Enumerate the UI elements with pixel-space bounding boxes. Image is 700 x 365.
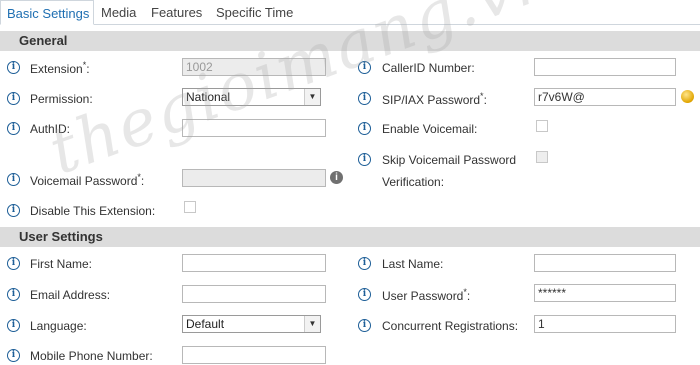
extension-label: Extension*:	[30, 60, 90, 76]
permission-select[interactable]: National ▼	[182, 88, 321, 106]
email-address-label: Email Address:	[30, 288, 111, 302]
info-icon[interactable]: i	[7, 288, 20, 301]
info-dark-icon[interactable]: i	[330, 171, 343, 184]
concurrent-registrations-field[interactable]: 1	[534, 315, 676, 333]
info-icon[interactable]: i	[7, 61, 20, 74]
info-icon[interactable]: i	[7, 319, 20, 332]
extension-field[interactable]: 1002	[182, 58, 326, 76]
disable-extension-checkbox[interactable]	[184, 201, 196, 213]
email-address-field[interactable]	[182, 285, 326, 303]
skip-voicemail-password-checkbox[interactable]	[536, 151, 548, 163]
user-password-field[interactable]: ******	[534, 284, 676, 302]
mobile-phone-field[interactable]	[182, 346, 326, 364]
tab-features[interactable]: Features	[151, 0, 202, 25]
info-icon[interactable]: i	[358, 288, 371, 301]
info-icon[interactable]: i	[358, 92, 371, 105]
info-icon[interactable]: i	[7, 349, 20, 362]
info-icon[interactable]: i	[358, 122, 371, 135]
info-icon[interactable]: i	[7, 92, 20, 105]
section-general: General	[0, 31, 700, 51]
tab-media[interactable]: Media	[101, 0, 136, 25]
first-name-field[interactable]	[182, 254, 326, 272]
skip-voicemail-password-label: Skip Voicemail Password	[382, 153, 517, 167]
info-icon[interactable]: i	[358, 61, 371, 74]
callerid-number-field[interactable]	[534, 58, 676, 76]
info-icon[interactable]: i	[358, 257, 371, 270]
language-label: Language:	[30, 319, 87, 333]
enable-voicemail-label: Enable Voicemail:	[382, 122, 478, 136]
user-password-label: User Password*:	[382, 287, 471, 303]
key-icon[interactable]	[681, 90, 694, 103]
info-icon[interactable]: i	[358, 319, 371, 332]
concurrent-registrations-label: Concurrent Registrations:	[382, 319, 519, 333]
chevron-down-icon: ▼	[304, 316, 320, 332]
language-select[interactable]: Default ▼	[182, 315, 321, 333]
chevron-down-icon: ▼	[304, 89, 320, 105]
permission-value: National	[186, 90, 231, 104]
section-user-settings: User Settings	[0, 227, 700, 247]
sip-iax-password-label: SIP/IAX Password*:	[382, 91, 487, 107]
authid-label: AuthID:	[30, 122, 71, 136]
last-name-field[interactable]	[534, 254, 676, 272]
permission-label: Permission:	[30, 92, 93, 106]
enable-voicemail-checkbox[interactable]	[536, 120, 548, 132]
sip-iax-password-field[interactable]: r7v6W@	[534, 88, 676, 106]
mobile-phone-label: Mobile Phone Number:	[30, 349, 153, 363]
info-icon[interactable]: i	[7, 122, 20, 135]
first-name-label: First Name:	[30, 257, 93, 271]
tab-bar: Basic Settings Media Features Specific T…	[0, 0, 700, 25]
info-icon[interactable]: i	[7, 257, 20, 270]
info-icon[interactable]: i	[358, 153, 371, 166]
voicemail-password-field[interactable]	[182, 169, 326, 187]
callerid-number-label: CallerID Number:	[382, 61, 475, 75]
tab-basic-settings[interactable]: Basic Settings	[0, 0, 94, 25]
voicemail-password-label: Voicemail Password*:	[30, 172, 145, 188]
skip-voicemail-password-label-line2: Verification:	[382, 175, 445, 189]
info-icon[interactable]: i	[7, 204, 20, 217]
tab-specific-time[interactable]: Specific Time	[216, 0, 293, 25]
last-name-label: Last Name:	[382, 257, 444, 271]
language-value: Default	[186, 317, 225, 331]
authid-field[interactable]	[182, 119, 326, 137]
info-icon[interactable]: i	[7, 173, 20, 186]
disable-extension-label: Disable This Extension:	[30, 204, 156, 218]
